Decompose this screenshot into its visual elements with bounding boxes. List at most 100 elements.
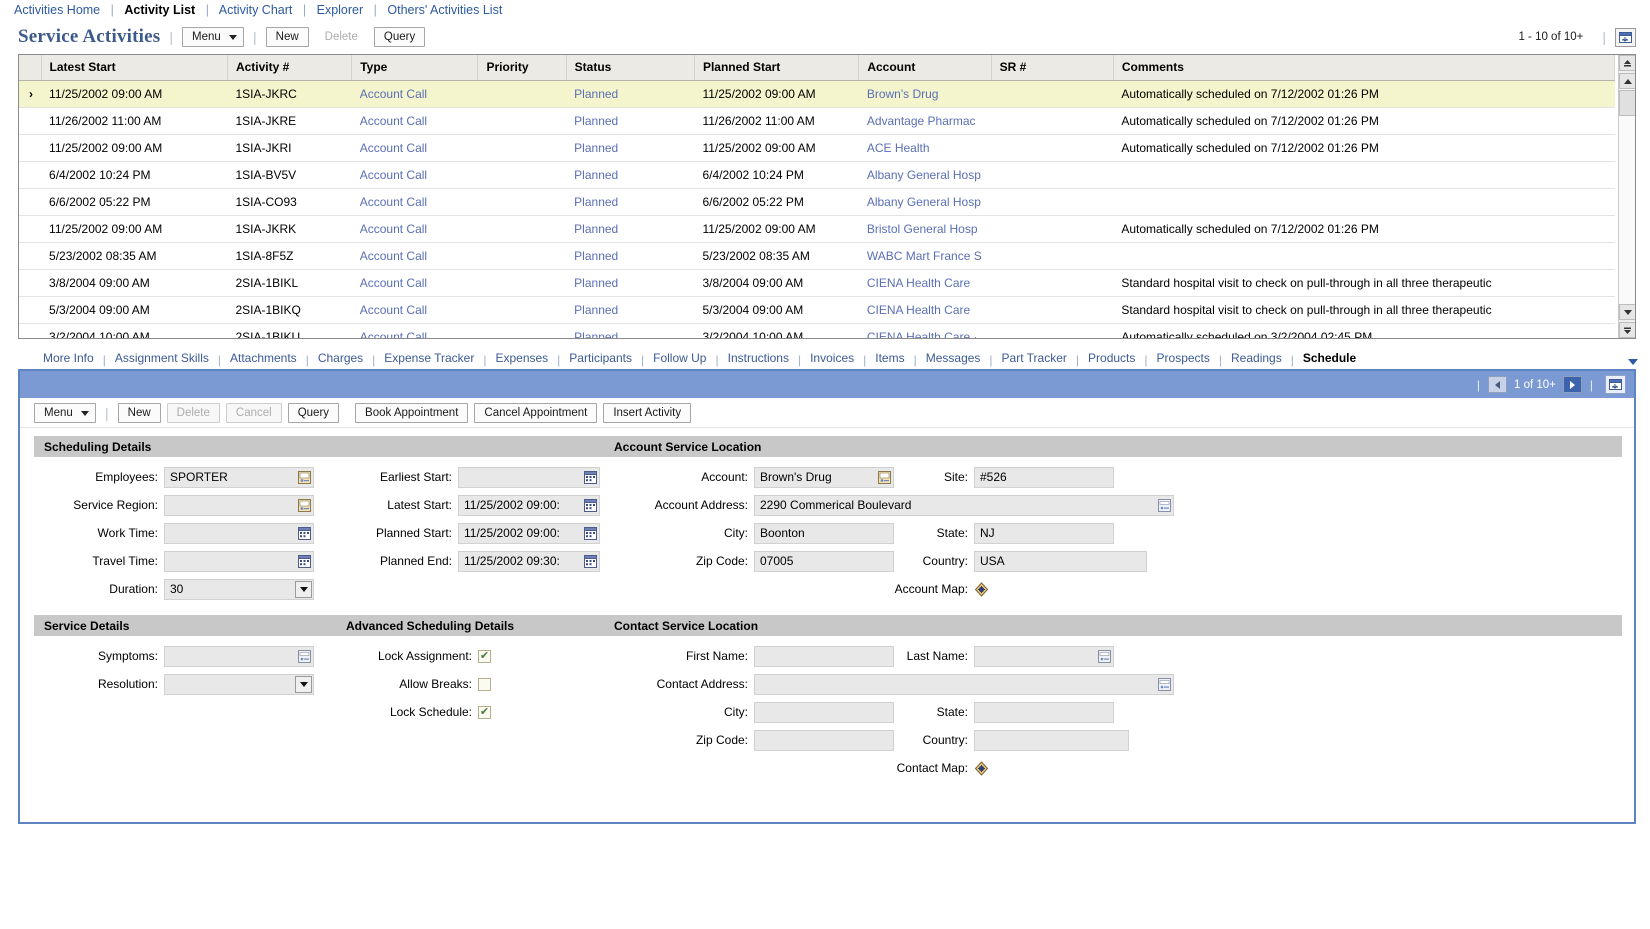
tab-assignment-skills[interactable]: Assignment Skills (106, 350, 218, 367)
column-header-priority[interactable]: Priority (477, 55, 567, 81)
planned-end-calendar-icon[interactable] (583, 554, 597, 568)
new-button[interactable]: New (265, 27, 309, 47)
scroll-to-top-button[interactable] (1619, 55, 1635, 71)
contact-zip-field[interactable] (754, 729, 894, 751)
tab-participants[interactable]: Participants (560, 350, 641, 367)
contact-city-field[interactable] (754, 701, 894, 723)
table-row[interactable]: 3/8/2004 09:00 AM 2SIA-1BIKL Account Call P… (19, 269, 1615, 297)
cell-status[interactable]: Planned (566, 188, 695, 216)
viewbar-item-activities-home[interactable]: Activities Home (14, 3, 100, 17)
earliest-start-field[interactable] (458, 466, 600, 488)
cell-account[interactable]: Albany General Hosp (858, 188, 992, 216)
work-time-field[interactable] (164, 522, 314, 544)
account-zip-field[interactable]: 07005 (754, 550, 894, 572)
tab-overflow-chevron-down-icon[interactable] (1628, 359, 1638, 365)
popup-window-icon[interactable] (1615, 27, 1636, 47)
symptoms-picklist-icon[interactable] (297, 649, 311, 663)
contact-map-icon[interactable] (974, 760, 989, 776)
cell-status[interactable]: Planned (566, 296, 695, 324)
contact-address-picklist-icon[interactable] (1157, 677, 1171, 691)
contact-country-field[interactable] (974, 729, 1129, 751)
row-selection-marker[interactable] (19, 161, 42, 189)
account-city-field[interactable]: Boonton (754, 522, 894, 544)
row-selection-marker[interactable] (19, 215, 42, 243)
cell-account[interactable]: Advantage Pharmac (858, 107, 992, 135)
tab-messages[interactable]: Messages (917, 350, 990, 367)
detail-query-button[interactable]: Query (287, 402, 340, 423)
cell-type[interactable]: Account Call (351, 269, 478, 297)
cell-type[interactable]: Account Call (351, 134, 478, 162)
cell-account[interactable]: Albany General Hosp (858, 161, 992, 189)
planned-start-field[interactable]: 11/25/2002 09:00: (458, 522, 600, 544)
cell-account[interactable]: CIENA Health Care · (858, 323, 992, 338)
next-record-button[interactable] (1562, 376, 1582, 393)
column-header-latest-start[interactable]: Latest Start (41, 55, 228, 81)
scroll-to-bottom-button[interactable] (1619, 322, 1635, 338)
row-selection-marker[interactable] (19, 269, 42, 297)
planned-end-field[interactable]: 11/25/2002 09:30: (458, 550, 600, 572)
contact-address-field[interactable] (754, 673, 1174, 695)
tab-schedule[interactable]: Schedule (1294, 350, 1365, 367)
account-picklist-icon[interactable] (877, 470, 891, 484)
row-selection-marker[interactable]: › (19, 80, 42, 108)
duration-field[interactable]: 30 (164, 578, 314, 600)
table-row[interactable]: 11/25/2002 09:00 AM 1SIA-JKRI Account Call… (19, 134, 1615, 162)
column-header-type[interactable]: Type (351, 55, 479, 81)
first-name-field[interactable] (754, 645, 894, 667)
lock-assignment-checkbox[interactable]: ✔ (478, 649, 491, 663)
account-map-icon[interactable] (974, 581, 989, 597)
table-row[interactable]: 11/26/2002 11:00 AM 1SIA-JKRE Account Call… (19, 107, 1615, 135)
table-row[interactable]: 6/6/2002 05:22 PM 1SIA-CO93 Account Call Pl… (19, 188, 1615, 216)
cell-status[interactable]: Planned (566, 269, 695, 297)
account-state-field[interactable]: NJ (974, 522, 1114, 544)
tab-products[interactable]: Products (1079, 350, 1144, 367)
cell-status[interactable]: Planned (566, 161, 695, 189)
service-region-field[interactable] (164, 494, 314, 516)
cell-account[interactable]: Brown's Drug (858, 80, 992, 108)
table-row[interactable]: 3/2/2004 10:00 AM 2SIA-1BIKU Account Call P… (19, 323, 1615, 338)
cell-type[interactable]: Account Call (351, 296, 478, 324)
book-appointment-button[interactable]: Book Appointment (355, 402, 469, 423)
row-selection-marker[interactable] (19, 188, 42, 216)
table-row[interactable]: 5/3/2004 09:00 AM 2SIA-1BIKQ Account Call P… (19, 296, 1615, 324)
cell-type[interactable]: Account Call (351, 188, 478, 216)
row-selection-marker[interactable] (19, 107, 42, 135)
cell-status[interactable]: Planned (566, 134, 695, 162)
list-vertical-scrollbar[interactable] (1618, 55, 1635, 338)
cell-account[interactable]: CIENA Health Care (858, 269, 992, 297)
scrollbar-track[interactable] (1619, 89, 1635, 304)
column-header-status[interactable]: Status (566, 55, 695, 81)
employees-field[interactable]: SPORTER (164, 466, 314, 488)
tab-part-tracker[interactable]: Part Tracker (993, 350, 1076, 367)
cell-status[interactable]: Planned (566, 80, 695, 108)
column-header-sr-number[interactable]: SR # (991, 55, 1114, 81)
previous-record-button[interactable] (1487, 376, 1507, 393)
row-selection-marker[interactable] (19, 296, 42, 324)
service-region-picklist-icon[interactable] (297, 498, 311, 512)
tab-instructions[interactable]: Instructions (719, 350, 798, 367)
duration-dropdown-icon[interactable] (295, 580, 312, 598)
viewbar-item-explorer[interactable]: Explorer (317, 3, 364, 17)
latest-start-calendar-icon[interactable] (583, 498, 597, 512)
tab-expense-tracker[interactable]: Expense Tracker (375, 350, 483, 367)
cell-account[interactable]: WABC Mart France S (858, 242, 992, 270)
tab-readings[interactable]: Readings (1222, 350, 1291, 367)
resolution-field[interactable] (164, 673, 314, 695)
cell-account[interactable]: Bristol General Hosp (858, 215, 992, 243)
cell-type[interactable]: Account Call (351, 323, 478, 338)
site-field[interactable]: #526 (974, 466, 1114, 488)
viewbar-item-activity-chart[interactable]: Activity Chart (219, 3, 293, 17)
resolution-dropdown-icon[interactable] (295, 675, 312, 693)
cell-account[interactable]: ACE Health (858, 134, 992, 162)
table-row[interactable]: › 11/25/2002 09:00 AM 1SIA-JKRC Account Cal… (19, 80, 1615, 108)
scroll-down-button[interactable] (1619, 304, 1635, 320)
account-country-field[interactable]: USA (974, 550, 1147, 572)
symptoms-field[interactable] (164, 645, 314, 667)
scroll-up-button[interactable] (1619, 73, 1635, 89)
menu-button[interactable]: Menu (182, 27, 244, 47)
lock-schedule-checkbox[interactable]: ✔ (478, 705, 491, 719)
account-address-field[interactable]: 2290 Commerical Boulevard (754, 494, 1174, 516)
row-selection-marker[interactable] (19, 323, 42, 338)
allow-breaks-checkbox[interactable] (478, 677, 491, 691)
employees-picklist-icon[interactable] (297, 470, 311, 484)
